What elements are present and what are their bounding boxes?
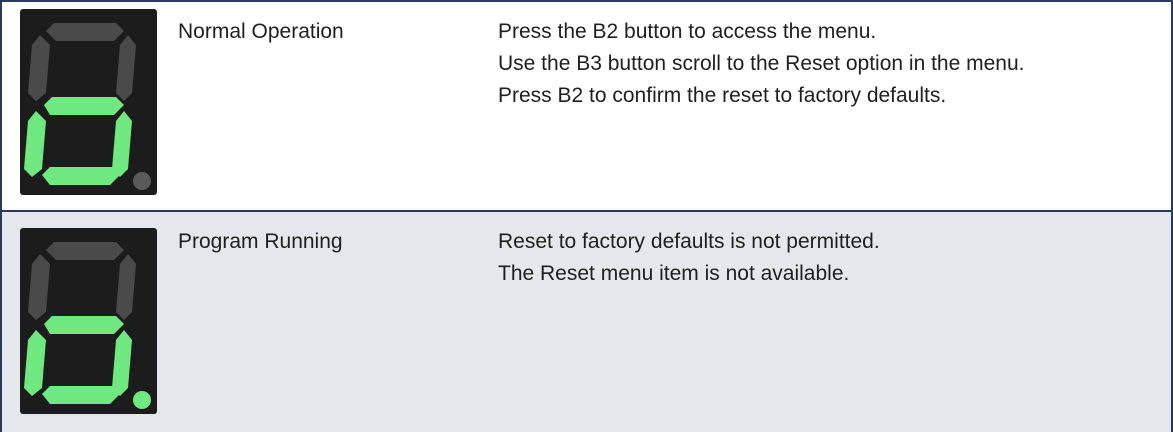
seven-segment-display-icon [20, 228, 157, 414]
state-label: Program Running [178, 230, 343, 253]
instruction-line: Reset to factory defaults is not permitt… [498, 230, 880, 253]
instruction-line: Press B2 to confirm the reset to factory… [498, 84, 947, 107]
instruction-line: Press the B2 button to access the menu. [498, 20, 877, 43]
instruction-line: Use the B3 button scroll to the Reset op… [498, 52, 1025, 75]
table-row: Program Running Reset to factory default… [2, 212, 1171, 432]
instruction-text: Press the B2 button to access the menu. … [498, 16, 1024, 112]
table-row: Normal Operation Press the B2 button to … [2, 2, 1171, 212]
seven-segment-display-icon [20, 9, 157, 195]
state-label: Normal Operation [178, 20, 344, 43]
instruction-text: Reset to factory defaults is not permitt… [498, 226, 880, 290]
instruction-line: The Reset menu item is not available. [498, 262, 850, 285]
reset-status-table: Normal Operation Press the B2 button to … [0, 0, 1173, 432]
